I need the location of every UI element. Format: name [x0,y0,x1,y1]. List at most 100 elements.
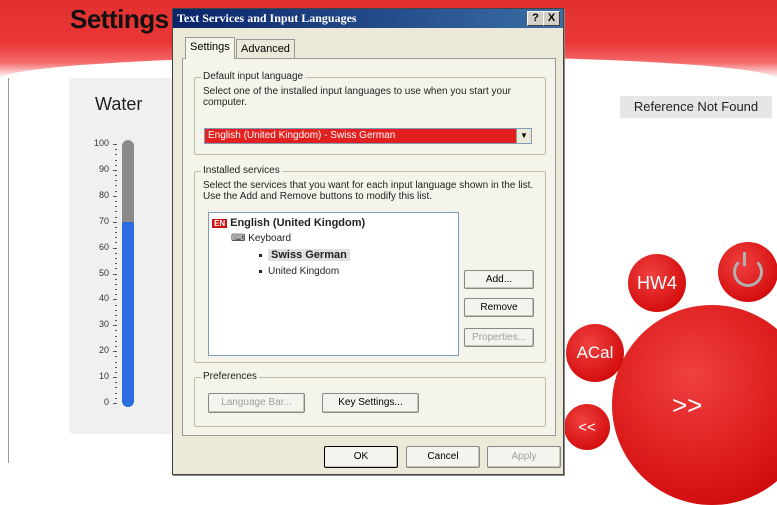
close-button[interactable]: X [543,11,560,26]
scale-minor-tick [115,289,117,291]
water-panel: Water 100 90 80 70 60 50 40 30 20 10 0 [69,78,178,434]
scale-minor-tick [115,356,117,358]
bullet-icon [259,253,262,257]
scale-tick [113,325,117,327]
scale-minor-tick [115,154,117,156]
scale-tick-label: 0 [103,397,109,407]
key-settings-button[interactable]: Key Settings... [322,393,419,413]
default-language-label: Default input language [201,71,306,82]
scale-minor-tick [115,397,117,399]
scale-tick [113,273,117,275]
scale-minor-tick [115,320,117,322]
default-language-description: Select one of the installed input langua… [203,86,511,108]
scale-minor-tick [115,159,117,161]
installed-services-label: Installed services [201,165,282,176]
language-bar-button[interactable]: Language Bar... [208,393,305,413]
scale-tick-label: 40 [98,293,109,304]
scale-minor-tick [115,190,117,192]
scale-minor-tick [115,175,117,177]
language-badge: EN [212,219,228,228]
page-title: Settings [70,4,169,34]
scale-minor-tick [115,200,117,202]
settings-tab-panel: Default input language Select one of the… [182,58,556,436]
tab-settings[interactable]: Settings [185,37,235,59]
scale-minor-tick [115,294,117,296]
scale-minor-tick [115,309,117,311]
power-button[interactable] [718,242,777,302]
scale-minor-tick [115,330,117,332]
scale-minor-tick [115,278,117,280]
layout-label: United Kingdom [268,266,340,277]
language-name: English (United Kingdom) [230,217,366,229]
scale-tick [113,377,117,379]
default-language-group: Default input language Select one of the… [194,71,546,155]
scale-tick-label: 10 [98,371,109,382]
scale-minor-tick [115,304,117,306]
water-title: Water [95,94,143,114]
hw4-button[interactable]: HW4 [628,254,686,312]
scale-tick-label: 30 [98,319,109,330]
scale-tick-label: 50 [98,267,109,278]
apply-button[interactable]: Apply [487,446,561,468]
scale-tick [113,351,117,353]
scale-minor-tick [115,263,117,265]
installed-services-group: Installed services Select the services t… [194,165,546,363]
help-button[interactable]: ? [527,11,544,26]
scale-minor-tick [115,382,117,384]
scale-tick [113,195,117,197]
tree-item-layout[interactable]: United Kingdom [259,266,339,277]
preferences-label: Preferences [201,371,259,382]
chevron-down-icon[interactable]: ▼ [516,129,531,143]
scale-tick [113,144,117,145]
reference-label: Reference Not Found [620,96,772,118]
default-language-value: English (United Kingdom) - Swiss German [208,130,396,141]
cancel-button[interactable]: Cancel [406,446,480,468]
scale-tick [113,247,117,249]
scale-minor-tick [115,392,117,394]
scale-minor-tick [115,361,117,363]
scale-minor-tick [115,387,117,389]
scale-minor-tick [115,340,117,342]
scale-minor-tick [115,180,117,182]
keyboard-icon: ⌨ [231,233,246,244]
scale-tick-label: 60 [98,241,109,252]
scale-minor-tick [115,283,117,285]
services-tree[interactable]: EN English (United Kingdom) ⌨ Keyboard Sw… [208,212,459,356]
scale-minor-tick [115,346,117,348]
scale-minor-tick [115,237,117,239]
tab-advanced[interactable]: Advanced [236,39,295,58]
scale-minor-tick [115,371,117,373]
ok-button[interactable]: OK [324,446,398,468]
default-language-dropdown[interactable]: English (United Kingdom) - Swiss German … [204,128,532,144]
power-icon [733,252,763,287]
scale-tick [113,221,117,223]
previous-button[interactable]: << [564,404,610,450]
scale-tick-label: 90 [98,163,109,174]
scale-minor-tick [115,226,117,228]
water-level-fill [122,222,134,407]
scale-tick [113,403,117,404]
tree-item-layout[interactable]: Swiss German [259,249,350,261]
acal-button[interactable]: ACal [566,324,624,382]
scale-minor-tick [115,268,117,270]
scale-minor-tick [115,242,117,244]
installed-services-description: Select the services that you want for ea… [203,180,534,202]
tree-item-keyboard[interactable]: ⌨ Keyboard [231,233,291,244]
scale-tick-label: 100 [93,138,109,148]
properties-button[interactable]: Properties... [464,328,534,347]
bullet-icon [259,269,262,273]
scale-tick-label: 80 [98,189,109,200]
scale-minor-tick [115,252,117,254]
text-services-dialog: Text Services and Input Languages ? X Se… [172,8,564,475]
scale-tick-label: 70 [98,215,109,226]
scale-tick [113,299,117,301]
scale-minor-tick [115,257,117,259]
scale-minor-tick [115,366,117,368]
scale-minor-tick [115,314,117,316]
add-button[interactable]: Add... [464,270,534,289]
remove-button[interactable]: Remove [464,298,534,317]
scale-minor-tick [115,206,117,208]
tree-item-language[interactable]: EN English (United Kingdom) [212,217,365,229]
scale-minor-tick [115,164,117,166]
dialog-titlebar[interactable]: Text Services and Input Languages ? X [173,9,563,28]
